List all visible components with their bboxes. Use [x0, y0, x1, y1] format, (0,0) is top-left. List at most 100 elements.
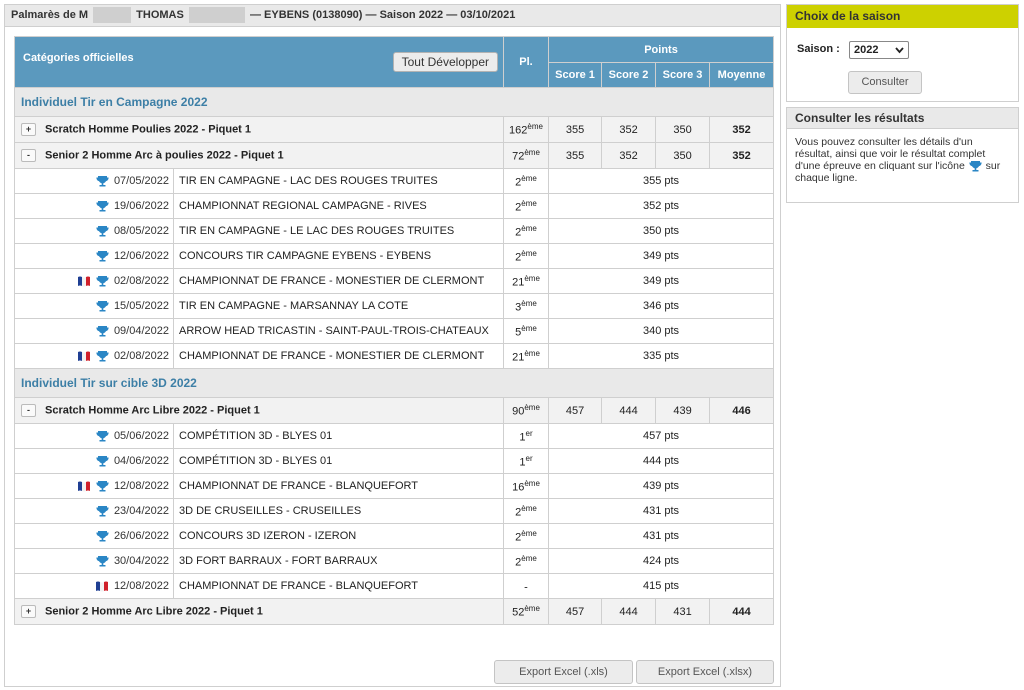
event-name: CONCOURS 3D IZERON - IZERON — [172, 523, 505, 549]
event-rank-cell: 2ème — [503, 168, 550, 194]
expand-all-button[interactable]: Tout Développer — [392, 52, 499, 72]
points-header: Points — [548, 36, 775, 63]
trophy-icon[interactable] — [96, 555, 109, 567]
event-name: CHAMPIONNAT DE FRANCE - MONESTIER DE CLE… — [172, 268, 505, 294]
trophy-icon[interactable] — [96, 480, 109, 492]
average-cell: 444 — [709, 598, 775, 625]
event-date: 05/06/2022 — [113, 429, 169, 442]
event-name: TIR EN CAMPAGNE - MARSANNAY LA COTE — [172, 293, 505, 319]
section-title: Individuel Tir sur cible 3D 2022 — [13, 368, 775, 398]
event-date: 07/05/2022 — [113, 174, 169, 187]
trophy-icon[interactable] — [96, 300, 109, 312]
export-xls-button[interactable]: Export Excel (.xls) — [494, 660, 633, 684]
event-row: 05/06/2022 COMPÉTITION 3D - BLYES 01 1er 45… — [14, 423, 775, 449]
event-date: 08/05/2022 — [113, 224, 169, 237]
toggle-button[interactable]: + — [21, 605, 36, 618]
event-rank-cell: 21ème — [503, 268, 550, 294]
trophy-icon[interactable] — [96, 275, 109, 287]
consult-button[interactable]: Consulter — [848, 71, 922, 94]
score3-cell: 350 — [655, 116, 711, 143]
event-date-cell: 19/06/2022 — [14, 193, 174, 219]
title-name: THOMAS — [136, 9, 184, 21]
event-rank-cell: 16ème — [503, 473, 550, 499]
results-table: Catégories officielles Tout Développer P… — [13, 36, 775, 625]
category-cell: + Scratch Homme Poulies 2022 - Piquet 1 — [13, 116, 505, 143]
event-points: 335 pts — [548, 343, 775, 369]
event-points: 415 pts — [548, 573, 775, 599]
results-help-panel: Consulter les résultats Vous pouvez cons… — [786, 107, 1019, 203]
category-cell: + Senior 2 Homme Arc Libre 2022 - Piquet … — [13, 598, 505, 625]
rank-header: Pl. — [503, 36, 550, 88]
event-points: 431 pts — [548, 523, 775, 549]
event-date-cell: 09/04/2022 — [14, 318, 174, 344]
event-row: 08/05/2022 TIR EN CAMPAGNE - LE LAC DES R… — [14, 218, 775, 244]
category-row[interactable]: - Scratch Homme Arc Libre 2022 - Piquet 1… — [13, 397, 775, 424]
trophy-icon[interactable] — [96, 250, 109, 262]
season-select[interactable]: 2022 — [849, 41, 909, 59]
event-points: 346 pts — [548, 293, 775, 319]
title-suffix: — EYBENS (0138090) — Saison 2022 — 03/10… — [249, 9, 516, 21]
trophy-icon — [969, 161, 982, 172]
average-cell: 446 — [709, 397, 775, 424]
trophy-icon[interactable] — [96, 325, 109, 337]
score3-cell: 350 — [655, 142, 711, 169]
toggle-button[interactable]: - — [21, 149, 36, 162]
trophy-icon[interactable] — [96, 505, 109, 517]
score1-cell: 355 — [548, 116, 603, 143]
trophy-icon[interactable] — [96, 225, 109, 237]
category-cell: - Scratch Homme Arc Libre 2022 - Piquet 1 — [13, 397, 505, 424]
event-row: 04/06/2022 COMPÉTITION 3D - BLYES 01 1er 44… — [14, 448, 775, 474]
event-date-cell: 08/05/2022 — [14, 218, 174, 244]
event-date-cell: 02/08/2022 — [14, 343, 174, 369]
category-row[interactable]: + Senior 2 Homme Arc Libre 2022 - Piquet … — [13, 598, 775, 625]
event-rank-cell: 2ème — [503, 193, 550, 219]
event-name: CHAMPIONNAT DE FRANCE - BLANQUEFORT — [172, 573, 505, 599]
event-points: 340 pts — [548, 318, 775, 344]
event-points: 439 pts — [548, 473, 775, 499]
trophy-icon[interactable] — [96, 530, 109, 542]
event-points: 431 pts — [548, 498, 775, 524]
event-name: COMPÉTITION 3D - BLYES 01 — [172, 448, 505, 474]
toggle-button[interactable]: + — [21, 123, 36, 136]
event-name: CHAMPIONNAT REGIONAL CAMPAGNE - RIVES — [172, 193, 505, 219]
category-row[interactable]: + Scratch Homme Poulies 2022 - Piquet 1 16… — [13, 116, 775, 143]
event-date-cell: 15/05/2022 — [14, 293, 174, 319]
section-row: Individuel Tir en Campagne 2022 — [13, 87, 775, 117]
event-date-cell: 23/04/2022 — [14, 498, 174, 524]
season-panel: Choix de la saison Saison : 2022 Consult… — [786, 4, 1019, 102]
event-date-cell: 30/04/2022 — [14, 548, 174, 574]
export-xlsx-button[interactable]: Export Excel (.xlsx) — [636, 660, 774, 684]
score2-cell: 352 — [601, 142, 657, 169]
event-date: 30/04/2022 — [113, 554, 169, 567]
event-date: 12/06/2022 — [113, 249, 169, 262]
chevron-down-icon — [895, 42, 904, 63]
score3-cell: 439 — [655, 397, 711, 424]
event-row: 30/04/2022 3D FORT BARRAUX - FORT BARRAUX… — [14, 548, 775, 574]
category-row[interactable]: - Senior 2 Homme Arc à poulies 2022 - Piq… — [13, 142, 775, 169]
event-date-cell: 04/06/2022 — [14, 448, 174, 474]
event-date: 26/06/2022 — [113, 529, 169, 542]
event-date: 09/04/2022 — [113, 324, 169, 337]
trophy-icon[interactable] — [96, 175, 109, 187]
event-row: 19/06/2022 CHAMPIONNAT REGIONAL CAMPAGNE … — [14, 193, 775, 219]
trophy-icon[interactable] — [96, 455, 109, 467]
event-row: 02/08/2022 CHAMPIONNAT DE FRANCE - MONEST… — [14, 268, 775, 294]
trophy-icon[interactable] — [96, 350, 109, 362]
event-date: 15/05/2022 — [113, 299, 169, 312]
category-name: Senior 2 Homme Arc Libre 2022 - Piquet 1 — [45, 605, 263, 618]
event-rank-cell: 3ème — [503, 293, 550, 319]
score1-cell: 457 — [548, 397, 603, 424]
trophy-icon[interactable] — [96, 430, 109, 442]
score1-header: Score 1 — [548, 62, 603, 88]
event-name: CHAMPIONNAT DE FRANCE - MONESTIER DE CLE… — [172, 343, 505, 369]
trophy-icon[interactable] — [96, 200, 109, 212]
category-name: Scratch Homme Poulies 2022 - Piquet 1 — [45, 123, 252, 136]
redacted-block — [93, 7, 132, 24]
event-points: 349 pts — [548, 268, 775, 294]
average-header: Moyenne — [709, 62, 775, 88]
score1-cell: 457 — [548, 598, 603, 625]
palmares-panel: Palmarès de M THOMAS — EYBENS (0138090) … — [4, 4, 781, 687]
rank-cell: 90ème — [503, 397, 550, 424]
event-row: 12/08/2022 CHAMPIONNAT DE FRANCE - BLANQU… — [14, 473, 775, 499]
toggle-button[interactable]: - — [21, 404, 36, 417]
